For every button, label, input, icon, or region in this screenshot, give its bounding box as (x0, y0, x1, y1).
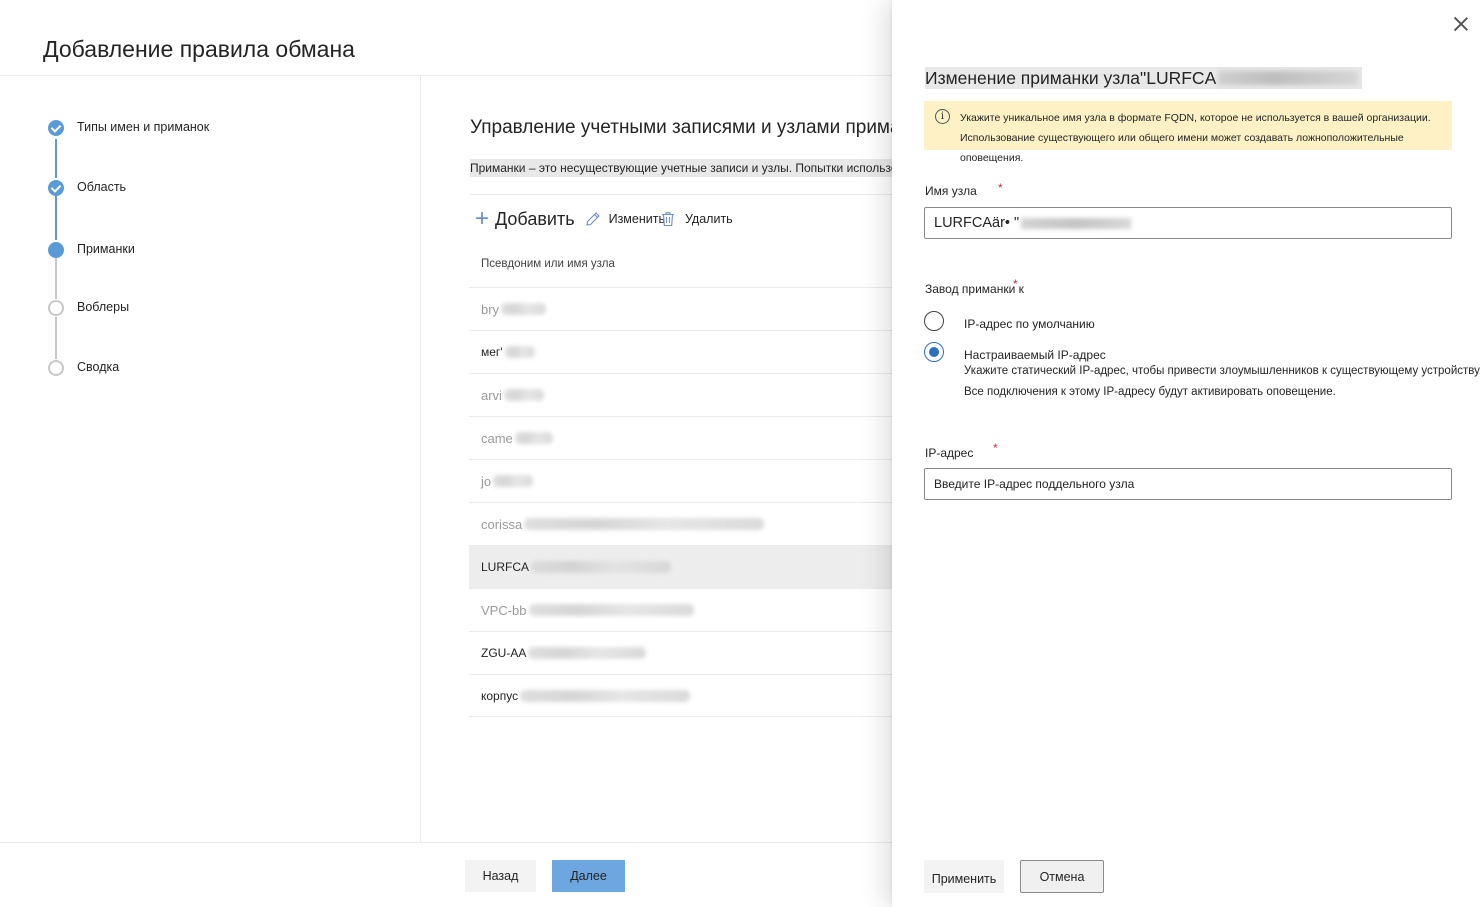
list-item[interactable]: arvi (469, 373, 900, 416)
custom-ip-radio[interactable] (924, 342, 944, 362)
ip-address-input[interactable]: Введите IP-адрес поддельного узла (924, 468, 1452, 500)
host-name-label: Имя узла (925, 184, 977, 198)
lure-target-label: Завод приманки к (925, 282, 1024, 296)
default-ip-radio[interactable] (924, 311, 944, 331)
redacted-text (531, 561, 672, 573)
step-connector (55, 317, 57, 359)
step-scope[interactable]: Область (48, 180, 126, 196)
panel-title: Изменение приманки узла"LURFCA (925, 67, 1363, 89)
divider (0, 75, 900, 76)
panel-title-text: Изменение приманки узла"LURFCA (925, 67, 1217, 88)
step-label: Область (77, 180, 127, 194)
host-name-input[interactable]: LURFCAär• " (924, 207, 1452, 239)
next-button[interactable]: Далее (552, 860, 625, 892)
divider (420, 76, 421, 842)
wizard-title: Добавление правила обмана (43, 36, 355, 62)
check-icon (48, 120, 64, 136)
row-name: LURFCA (481, 560, 530, 574)
host-name-value: LURFCAär• " (934, 215, 1020, 231)
required-mark: * (1013, 277, 1018, 291)
list-item[interactable]: bry (469, 287, 900, 330)
trash-icon (661, 212, 674, 227)
step-label: Типы имен и приманок (77, 120, 210, 134)
info-icon: i (935, 109, 950, 124)
plus-icon: + (475, 205, 490, 232)
list-item[interactable]: ZGU-AA (469, 631, 900, 674)
step-connector (55, 196, 57, 240)
row-name: came (481, 430, 513, 446)
ip-address-placeholder: Введите IP-адрес поддельного узла (934, 477, 1135, 491)
step-label: Сводка (77, 360, 120, 374)
redacted-text (524, 518, 765, 530)
warning-text: Укажите уникальное имя узла в формате FQ… (960, 112, 1431, 164)
list-item[interactable]: jo (469, 459, 900, 502)
required-mark: * (998, 181, 1003, 195)
add-button-label: Добавить (495, 208, 575, 229)
cancel-button[interactable]: Отмена (1020, 860, 1104, 893)
list-item[interactable]: VPC-bb (469, 588, 900, 631)
custom-ip-description: Все подключения к этому IP-адресу будут … (964, 386, 1336, 398)
list-column-header[interactable]: Псевдоним или имя узла (481, 258, 615, 270)
redacted-text (493, 475, 534, 487)
row-name: мег' (481, 345, 503, 359)
redacted-text (1021, 217, 1132, 229)
default-ip-label[interactable]: IP-адрес по умолчанию (964, 317, 1095, 331)
pending-step-icon (48, 300, 64, 316)
edit-button[interactable]: Изменить (575, 211, 665, 227)
row-name: корпус (481, 688, 519, 703)
section-title: Управление учетными записями и узлами пр… (470, 117, 930, 138)
check-icon (48, 180, 64, 196)
row-name: corissa (481, 516, 523, 532)
redacted-text (520, 689, 691, 702)
required-mark: * (993, 441, 998, 455)
current-step-icon (48, 242, 64, 258)
row-name: bry (481, 301, 500, 317)
list-item[interactable]: came (469, 416, 900, 459)
row-name: arvi (481, 387, 502, 403)
back-button[interactable]: Назад (465, 860, 536, 892)
divider (0, 842, 900, 843)
pencil-icon (585, 212, 600, 226)
step-summary[interactable]: Сводка (48, 360, 119, 376)
step-label: Воблеры (77, 300, 130, 314)
step-connector (55, 139, 57, 178)
divider (470, 194, 900, 195)
delete-button[interactable]: Удалить (661, 211, 733, 227)
redacted-text (528, 647, 647, 659)
step-label: Приманки (77, 242, 135, 256)
step-lures[interactable]: Приманки (48, 242, 135, 258)
edit-button-label: Изменить (608, 212, 665, 226)
redacted-text (504, 346, 535, 358)
apply-button[interactable]: Применить (924, 860, 1004, 893)
list-item[interactable]: corissa (469, 502, 900, 545)
step-wobblers[interactable]: Воблеры (48, 300, 129, 316)
redacted-text (514, 432, 553, 444)
list-item[interactable]: корпус (469, 674, 900, 717)
row-name: jo (481, 473, 492, 489)
warning-banner: i Укажите уникальное имя узла в формате … (924, 101, 1452, 164)
toolbar: + Добавить Изменить Удалить (475, 205, 733, 233)
redacted-text (503, 389, 544, 401)
add-button[interactable]: + Добавить (475, 207, 575, 231)
step-connector (55, 258, 57, 299)
custom-ip-description: Укажите статический IP-адрес, чтобы прив… (964, 365, 1480, 377)
list-item[interactable]: мег' (469, 330, 900, 373)
edit-lure-panel: Изменение приманки узла"LURFCA i Укажите… (892, 0, 1480, 907)
ip-address-label: IP-адрес (925, 446, 974, 460)
pending-step-icon (48, 360, 64, 376)
row-name: ZGU-AA (481, 646, 527, 660)
delete-button-label: Удалить (684, 212, 733, 226)
redacted-text (1218, 71, 1359, 85)
redacted-text (528, 604, 694, 616)
redacted-text (501, 303, 547, 315)
list-item-selected[interactable]: LURFCA (469, 545, 900, 588)
row-name: VPC-bb (481, 602, 527, 618)
step-name-types[interactable]: Типы имен и приманок (48, 120, 209, 136)
custom-ip-label[interactable]: Настраиваемый IP-адрес (964, 348, 1106, 362)
close-icon[interactable] (1452, 15, 1470, 33)
